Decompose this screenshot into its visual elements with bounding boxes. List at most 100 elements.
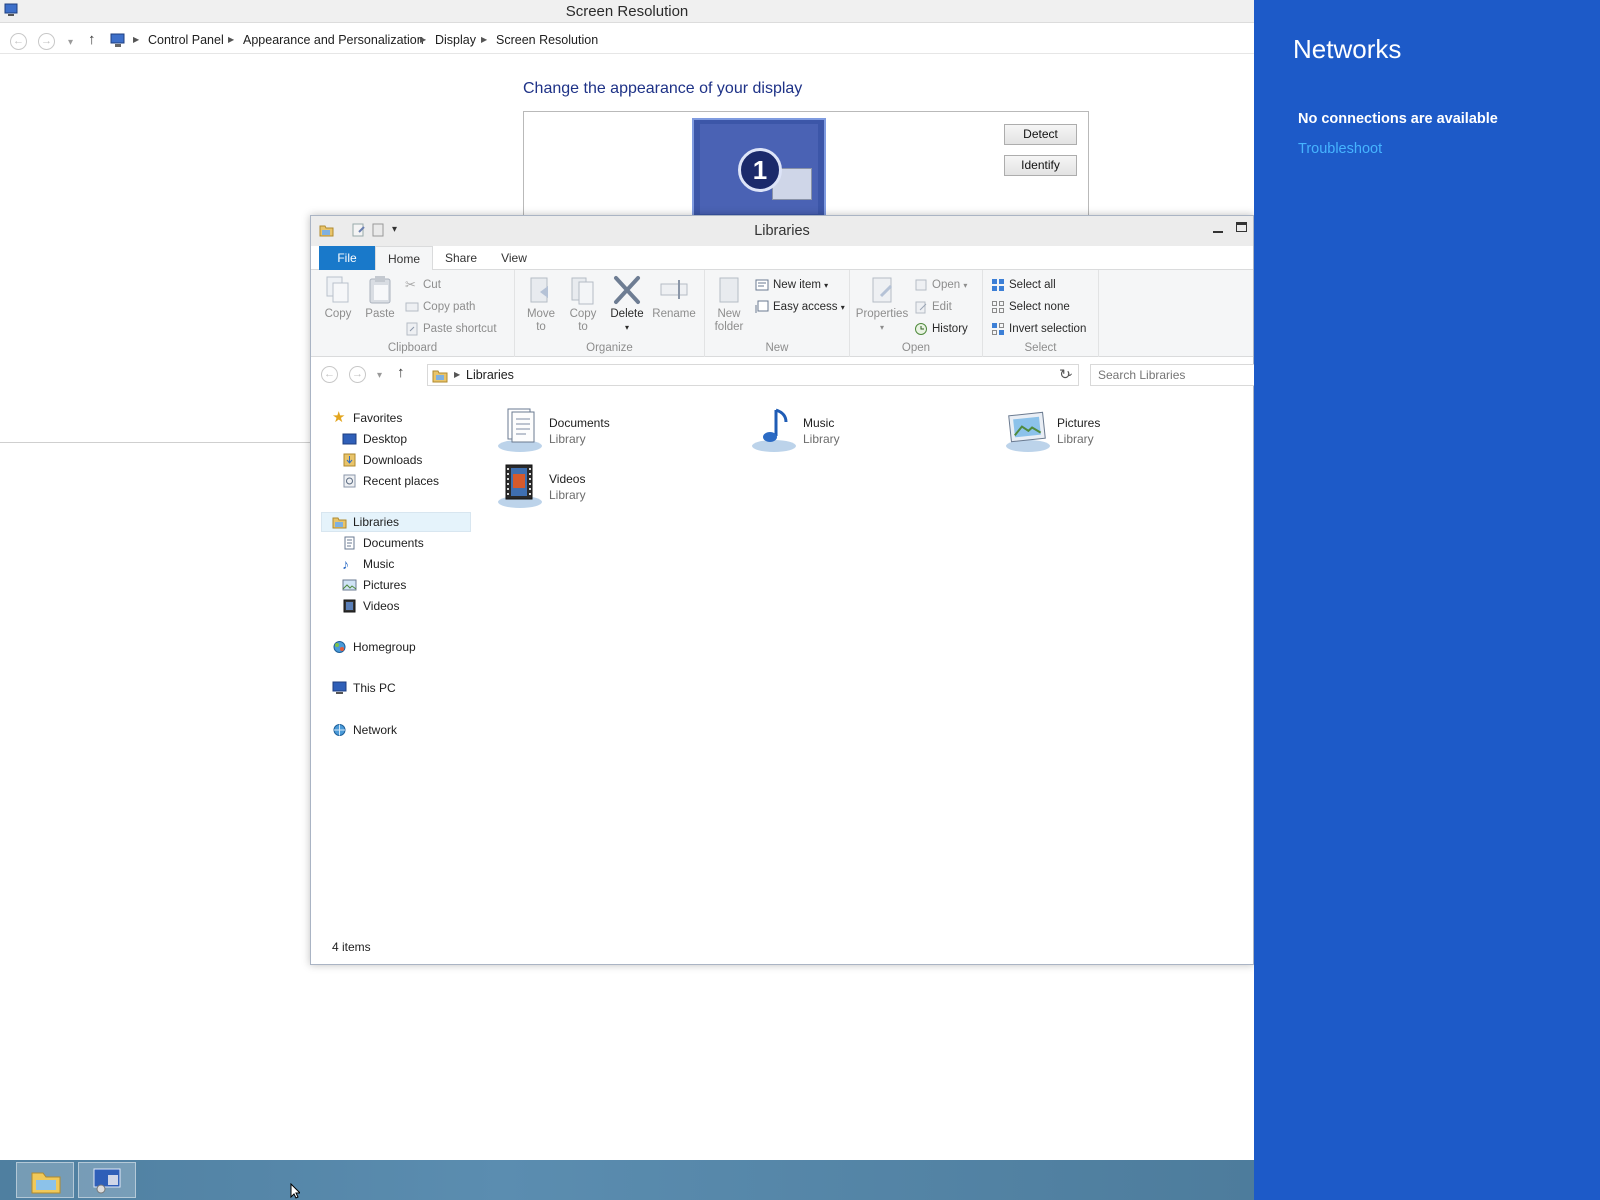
forward-arrow-icon[interactable]: →: [38, 33, 55, 50]
address-field[interactable]: ▶ Libraries ⌄: [427, 364, 1079, 386]
delete-dropdown-icon: ▾: [624, 323, 629, 332]
nav-music[interactable]: ♪ Music: [342, 555, 394, 573]
breadcrumb-control-panel[interactable]: Control Panel: [148, 33, 224, 47]
new-folder-button[interactable]: New folder: [709, 274, 749, 334]
nav-desktop[interactable]: Desktop: [342, 430, 407, 448]
library-type: Library: [803, 432, 840, 446]
search-input[interactable]: [1090, 364, 1255, 386]
taskbar-control-panel[interactable]: [78, 1162, 136, 1198]
ribbon-group-new: New folder New item ▾ Easy access ▾ New: [705, 270, 850, 357]
up-arrow-icon[interactable]: ↑: [88, 31, 96, 48]
library-name: Videos: [549, 472, 586, 486]
library-videos[interactable]: Videos Library: [496, 462, 726, 512]
monitor-1-preview[interactable]: 1: [692, 118, 826, 226]
music-note-icon: ♪: [342, 556, 349, 572]
breadcrumb-appearance[interactable]: Appearance and Personalization: [243, 33, 424, 47]
copy-path-button[interactable]: Copy path: [405, 299, 475, 315]
nav-libraries[interactable]: Libraries: [332, 513, 399, 531]
videos-library-icon: [498, 464, 542, 508]
nav-videos[interactable]: Videos: [342, 597, 399, 615]
tab-share[interactable]: Share: [433, 246, 489, 270]
edit-button[interactable]: Edit: [914, 299, 952, 315]
nav-homegroup[interactable]: Homegroup: [332, 638, 416, 656]
cp-titlebar: Screen Resolution: [0, 0, 1254, 23]
history-button[interactable]: History: [914, 321, 968, 337]
music-library-icon: [752, 408, 796, 452]
taskbar-file-explorer[interactable]: [16, 1162, 74, 1198]
copy-to-button[interactable]: Copy to: [565, 274, 601, 334]
nav-network[interactable]: Network: [332, 721, 397, 739]
divider: [0, 442, 310, 443]
refresh-icon[interactable]: ↻: [1055, 366, 1075, 386]
organize-group-label: Organize: [586, 342, 633, 354]
explorer-window-title: Libraries: [754, 223, 810, 239]
library-pictures[interactable]: Pictures Library: [1004, 406, 1234, 456]
nav-this-pc[interactable]: This PC: [332, 679, 396, 697]
star-icon: ★: [332, 409, 346, 426]
new-item-button[interactable]: New item ▾: [755, 277, 828, 293]
taskbar: [0, 1160, 1254, 1200]
back-arrow-icon[interactable]: ←: [10, 33, 27, 50]
cp-navigation-bar: ← → ▾ ↑ ▶ Control Panel ▶ Appearance and…: [0, 28, 1254, 54]
open-button[interactable]: Open ▾: [914, 277, 967, 293]
edit-icon: [915, 301, 927, 314]
control-panel-icon: [93, 1168, 121, 1194]
nav-documents[interactable]: Documents: [342, 534, 424, 552]
easy-access-icon: [755, 300, 769, 313]
select-all-button[interactable]: Select all: [991, 277, 1056, 293]
nav-downloads[interactable]: Downloads: [342, 451, 422, 469]
explorer-address-bar: ← → ▾ ↑ ▶ Libraries ⌄ ↻: [311, 363, 1255, 389]
no-connections-message: No connections are available: [1298, 111, 1498, 127]
tab-home[interactable]: Home: [375, 246, 433, 271]
troubleshoot-link[interactable]: Troubleshoot: [1298, 141, 1382, 157]
open-dropdown-icon: ▾: [963, 281, 968, 290]
up-arrow-icon[interactable]: ↑: [397, 364, 405, 381]
library-music[interactable]: Music Library: [750, 406, 980, 456]
select-none-button[interactable]: Select none: [991, 299, 1070, 315]
documents-icon: [344, 536, 355, 550]
easy-access-button[interactable]: Easy access ▾: [755, 299, 845, 315]
recent-dropdown-icon[interactable]: ▾: [377, 370, 382, 381]
new-item-dropdown-icon: ▾: [824, 281, 829, 290]
new-folder-icon: [719, 277, 739, 303]
tab-file[interactable]: File: [319, 246, 375, 270]
ribbon-tabs: File Home Share View: [311, 246, 1253, 271]
open-group-label: Open: [901, 342, 931, 354]
cut-button[interactable]: ✂ Cut: [405, 277, 441, 293]
forward-arrow-icon[interactable]: →: [349, 366, 366, 383]
easy-access-dropdown-icon: ▾: [840, 303, 845, 312]
nav-recent-places[interactable]: Recent places: [342, 472, 439, 490]
back-arrow-icon[interactable]: ←: [321, 366, 338, 383]
nav-favorites[interactable]: ★ Favorites: [332, 409, 402, 427]
move-to-icon: [530, 277, 548, 303]
navigation-pane: ★ Favorites Desktop Downloads Recent pla…: [311, 406, 481, 926]
move-to-button[interactable]: Move to: [523, 274, 559, 334]
new-group-label: New: [765, 342, 789, 354]
properties-dropdown-icon: ▾: [879, 323, 884, 332]
select-group-label: Select: [1024, 342, 1057, 354]
delete-button[interactable]: Delete ▾: [607, 274, 647, 334]
rename-button[interactable]: Rename: [651, 274, 697, 321]
identify-button[interactable]: Identify: [1004, 155, 1077, 176]
copy-button[interactable]: Copy: [321, 274, 355, 321]
nav-pictures[interactable]: Pictures: [342, 576, 406, 594]
ribbon-group-organize: Move to Copy to Delete ▾ Rename Organize: [515, 270, 705, 357]
networks-title: Networks: [1293, 34, 1402, 64]
detect-button[interactable]: Detect: [1004, 124, 1077, 145]
paste-shortcut-button[interactable]: Paste shortcut: [405, 321, 497, 337]
scissors-icon: ✂: [405, 277, 416, 292]
recent-dropdown-icon[interactable]: ▾: [68, 37, 73, 48]
breadcrumb-display[interactable]: Display: [435, 33, 476, 47]
breadcrumb-screen-resolution[interactable]: Screen Resolution: [496, 33, 598, 47]
tab-view[interactable]: View: [489, 246, 539, 270]
properties-button[interactable]: Properties ▾: [854, 274, 910, 334]
minimize-icon[interactable]: [1213, 231, 1223, 233]
invert-selection-button[interactable]: Invert selection: [991, 321, 1086, 337]
address-text: Libraries: [466, 368, 514, 382]
library-type: Library: [549, 488, 586, 502]
maximize-icon[interactable]: [1236, 222, 1247, 232]
ribbon-group-select: Select all Select none Invert selection …: [983, 270, 1099, 357]
paste-button[interactable]: Paste: [363, 274, 397, 321]
rename-icon: [660, 280, 688, 299]
library-documents[interactable]: Documents Library: [496, 406, 726, 456]
